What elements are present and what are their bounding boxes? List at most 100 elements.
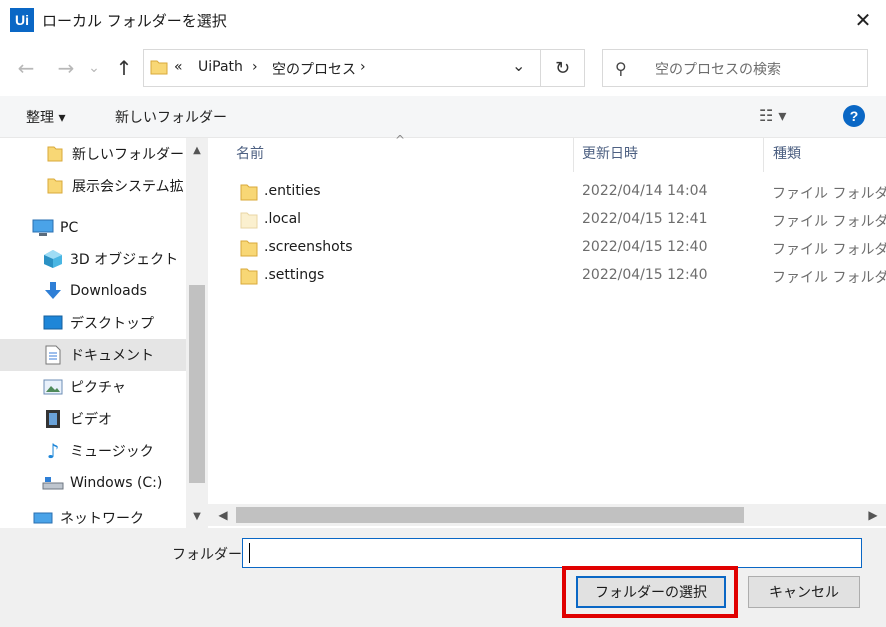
nav-item-label: 新しいフォルダー (72, 147, 184, 163)
window-title: ローカル フォルダーを選択 (42, 12, 227, 30)
nav-item-music[interactable]: ♪ ミュージック (0, 435, 186, 467)
file-row[interactable]: .entities 2022/04/14 14:04 ファイル フォルダー (232, 179, 886, 207)
navigation-bar: ← → ⌄ ↑ « UiPath › 空のプロセス › ⌄ ↻ ⚲ 空のプロセス… (0, 40, 886, 96)
nav-item-exhibition-system[interactable]: 展示会システム拡 (0, 170, 186, 202)
recent-locations-button[interactable]: ⌄ (84, 52, 104, 84)
close-icon: ✕ (854, 8, 872, 32)
video-icon (42, 409, 64, 429)
folder-name-input[interactable] (242, 538, 862, 568)
drive-icon (42, 473, 64, 493)
chevron-down-icon: ⌄ (88, 60, 100, 76)
file-name: .settings (264, 267, 325, 283)
file-type: ファイル フォルダー (772, 214, 886, 230)
nav-item-pictures[interactable]: ピクチャ (0, 371, 186, 403)
back-button[interactable]: ← (12, 52, 40, 84)
nav-item-label: ドキュメント (70, 348, 154, 364)
network-icon (32, 508, 54, 528)
file-row[interactable]: .settings 2022/04/15 12:40 ファイル フォルダー (232, 263, 886, 291)
breadcrumb-overflow[interactable]: « (174, 59, 183, 75)
folder-field-label: フォルダー: (172, 547, 247, 563)
file-row[interactable]: .screenshots 2022/04/15 12:40 ファイル フォルダー (232, 235, 886, 263)
column-divider[interactable] (573, 138, 574, 172)
file-modified: 2022/04/15 12:41 (582, 211, 708, 227)
file-modified: 2022/04/14 14:04 (582, 183, 708, 199)
download-icon (42, 281, 64, 301)
sort-ascending-icon: ^ (395, 133, 406, 147)
nav-item-network[interactable]: ネットワーク (0, 508, 186, 528)
computer-icon (32, 218, 54, 238)
forward-button[interactable]: → (52, 52, 80, 84)
file-name: .local (264, 211, 302, 227)
file-name: .screenshots (264, 239, 353, 255)
file-type: ファイル フォルダー (772, 186, 886, 202)
title-bar: Ui ローカル フォルダーを選択 ✕ (0, 0, 886, 40)
document-icon (42, 345, 64, 365)
scroll-down-icon[interactable]: ▼ (186, 506, 208, 526)
column-header-modified[interactable]: 更新日時 (582, 143, 638, 169)
search-placeholder: 空のプロセスの検索 (655, 62, 781, 78)
breadcrumb-empty-process[interactable]: 空のプロセス (272, 59, 356, 79)
picture-icon (42, 377, 64, 397)
nav-item-new-folder[interactable]: 新しいフォルダー (0, 138, 186, 170)
folder-icon (44, 144, 66, 164)
address-bar[interactable]: « UiPath › 空のプロセス › ⌄ (143, 49, 541, 87)
text-caret (249, 543, 250, 563)
column-header-type[interactable]: 種類 (773, 143, 801, 169)
back-arrow-icon: ← (17, 56, 35, 80)
nav-item-3d-objects[interactable]: 3D オブジェクト (0, 243, 186, 275)
scroll-left-icon[interactable]: ◀ (212, 504, 234, 526)
nav-item-videos[interactable]: ビデオ (0, 403, 186, 435)
breadcrumb-separator[interactable]: › (252, 59, 258, 75)
search-box[interactable]: ⚲ 空のプロセスの検索 (602, 49, 868, 87)
folder-icon (240, 240, 258, 257)
folder-icon (44, 176, 66, 196)
file-row[interactable]: .local 2022/04/15 12:41 ファイル フォルダー (232, 207, 886, 235)
folder-hidden-icon (240, 212, 258, 229)
close-button[interactable]: ✕ (840, 0, 886, 40)
nav-pane-scroll-thumb[interactable] (189, 285, 205, 483)
help-icon[interactable]: ? (843, 105, 865, 127)
folder-icon (150, 60, 168, 75)
up-button[interactable]: ↑ (110, 52, 138, 84)
folder-icon (240, 184, 258, 201)
nav-item-windows-drive[interactable]: Windows (C:) (0, 467, 186, 499)
organize-menu[interactable]: 整理 ▾ (26, 107, 65, 127)
nav-item-label: Windows (C:) (70, 475, 163, 491)
view-options-icon[interactable]: ☷ ▾ (759, 106, 786, 125)
refresh-icon: ↻ (554, 57, 571, 79)
nav-item-label: ネットワーク (60, 511, 144, 527)
breadcrumb-separator[interactable]: › (360, 59, 366, 75)
breadcrumb-uipath[interactable]: UiPath (198, 59, 243, 75)
forward-arrow-icon: → (57, 56, 75, 80)
nav-item-label: Downloads (70, 283, 147, 299)
nav-item-label: 展示会システム拡 (72, 179, 184, 195)
nav-item-label: ビデオ (70, 412, 112, 428)
cancel-button[interactable]: キャンセル (748, 576, 860, 608)
desktop-icon (42, 313, 64, 333)
file-list-hscroll-thumb[interactable] (236, 507, 744, 523)
file-type: ファイル フォルダー (772, 270, 886, 286)
cube-icon (42, 249, 64, 269)
nav-item-downloads[interactable]: Downloads (0, 275, 186, 307)
column-divider[interactable] (763, 138, 764, 172)
select-folder-button[interactable]: フォルダーの選択 (576, 576, 726, 608)
folder-icon (240, 268, 258, 285)
up-arrow-icon: ↑ (115, 56, 133, 80)
column-header-name[interactable]: 名前 (236, 143, 264, 169)
nav-item-label: ピクチャ (70, 380, 126, 396)
new-folder-button[interactable]: 新しいフォルダー (115, 107, 227, 127)
refresh-button[interactable]: ↻ (541, 49, 585, 87)
nav-item-documents[interactable]: ドキュメント (0, 339, 186, 371)
nav-item-label: デスクトップ (70, 316, 154, 332)
nav-item-pc[interactable]: PC (0, 212, 186, 244)
address-dropdown-icon[interactable]: ⌄ (512, 56, 525, 75)
file-modified: 2022/04/15 12:40 (582, 267, 708, 283)
file-type: ファイル フォルダー (772, 242, 886, 258)
scroll-right-icon[interactable]: ▶ (862, 504, 884, 526)
nav-item-label: 3D オブジェクト (70, 252, 179, 268)
music-icon: ♪ (46, 439, 60, 463)
file-modified: 2022/04/15 12:40 (582, 239, 708, 255)
nav-item-label: ミュージック (70, 444, 154, 460)
scroll-up-icon[interactable]: ▲ (186, 140, 208, 160)
nav-item-desktop[interactable]: デスクトップ (0, 307, 186, 339)
